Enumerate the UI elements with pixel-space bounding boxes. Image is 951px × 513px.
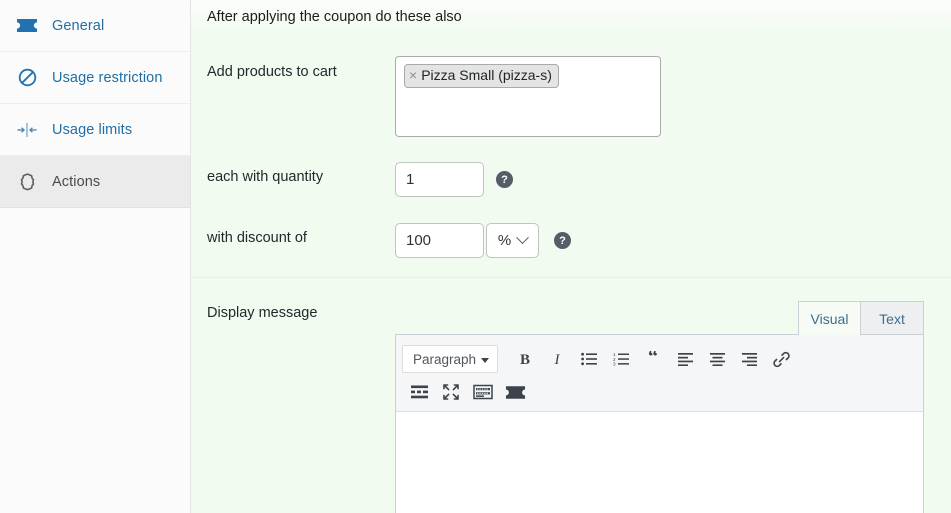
coupon-actions-screen: General Usage restriction Usage limits A… bbox=[0, 0, 951, 513]
blockquote-icon[interactable]: “ bbox=[638, 345, 668, 373]
discount-help-icon[interactable]: ? bbox=[554, 232, 571, 249]
tab-text-label: Text bbox=[879, 310, 905, 327]
chevron-down-icon bbox=[516, 231, 530, 245]
product-token[interactable]: × Pizza Small (pizza-s) bbox=[404, 64, 559, 88]
discount-input[interactable] bbox=[395, 223, 484, 258]
remove-token-icon[interactable]: × bbox=[409, 66, 417, 85]
align-center-icon[interactable] bbox=[702, 345, 732, 373]
format-select-value: Paragraph bbox=[413, 351, 477, 367]
sidebar-item-actions[interactable]: Actions bbox=[0, 156, 190, 208]
usage-limits-icon bbox=[12, 121, 42, 139]
svg-text:3: 3 bbox=[613, 362, 616, 366]
discount-unit-value: % bbox=[497, 232, 512, 249]
format-select[interactable]: Paragraph bbox=[402, 345, 498, 373]
bulleted-list-icon[interactable] bbox=[574, 345, 604, 373]
sidebar-item-usage-limits[interactable]: Usage limits bbox=[0, 104, 190, 156]
display-message-label: Display message bbox=[207, 305, 318, 321]
editor-content-area[interactable] bbox=[396, 412, 923, 513]
fullscreen-icon[interactable] bbox=[436, 378, 466, 406]
quantity-help-icon[interactable]: ? bbox=[496, 171, 513, 188]
toolbar-row-secondary bbox=[402, 376, 917, 408]
tab-text[interactable]: Text bbox=[861, 301, 924, 335]
align-right-icon[interactable] bbox=[734, 345, 764, 373]
italic-icon[interactable]: I bbox=[542, 345, 572, 373]
read-more-icon[interactable] bbox=[404, 378, 434, 406]
toolbar-row-primary: Paragraph B I 1 2 3 “ bbox=[402, 342, 917, 376]
add-products-select[interactable]: × Pizza Small (pizza-s) bbox=[395, 56, 661, 137]
sidebar-item-usage-restriction[interactable]: Usage restriction bbox=[0, 52, 190, 104]
coupon-ticket-icon[interactable] bbox=[500, 378, 530, 406]
tab-visual-label: Visual bbox=[810, 310, 849, 327]
prohibited-icon bbox=[12, 68, 42, 87]
quantity-input[interactable] bbox=[395, 162, 484, 197]
display-message-editor: Visual Text Paragraph B I 1 2 3 “ bbox=[395, 301, 924, 513]
ticket-icon bbox=[12, 18, 42, 33]
sidebar-item-label: Usage limits bbox=[52, 121, 133, 138]
toolbar-toggle-icon[interactable] bbox=[468, 378, 498, 406]
actions-panel: After applying the coupon do these also … bbox=[191, 0, 951, 513]
caret-down-icon bbox=[481, 357, 489, 363]
discount-unit-select[interactable]: % bbox=[486, 223, 539, 258]
editor-mode-tabs: Visual Text bbox=[798, 301, 924, 335]
editor-box: Paragraph B I 1 2 3 “ bbox=[395, 334, 924, 513]
sidebar-item-label: Actions bbox=[52, 173, 101, 190]
add-products-label: Add products to cart bbox=[207, 64, 337, 80]
sidebar-item-label: Usage restriction bbox=[52, 69, 163, 86]
discount-label: with discount of bbox=[207, 230, 307, 246]
svg-text:I: I bbox=[554, 352, 561, 368]
gear-icon bbox=[12, 172, 42, 191]
svg-text:“: “ bbox=[648, 351, 658, 367]
tab-visual[interactable]: Visual bbox=[798, 301, 861, 335]
product-token-label: Pizza Small (pizza-s) bbox=[421, 67, 552, 83]
editor-toolbar: Paragraph B I 1 2 3 “ bbox=[396, 335, 923, 412]
quantity-label: each with quantity bbox=[207, 169, 324, 185]
numbered-list-icon[interactable]: 1 2 3 bbox=[606, 345, 636, 373]
section-divider bbox=[191, 277, 951, 278]
sidebar-item-general[interactable]: General bbox=[0, 0, 190, 52]
sidebar-item-label: General bbox=[52, 17, 105, 34]
coupon-data-sidebar: General Usage restriction Usage limits A… bbox=[0, 0, 191, 513]
align-left-icon[interactable] bbox=[670, 345, 700, 373]
section-title: After applying the coupon do these also bbox=[207, 9, 462, 25]
bold-icon[interactable]: B bbox=[510, 345, 540, 373]
link-icon[interactable] bbox=[766, 345, 796, 373]
svg-text:B: B bbox=[520, 352, 530, 368]
